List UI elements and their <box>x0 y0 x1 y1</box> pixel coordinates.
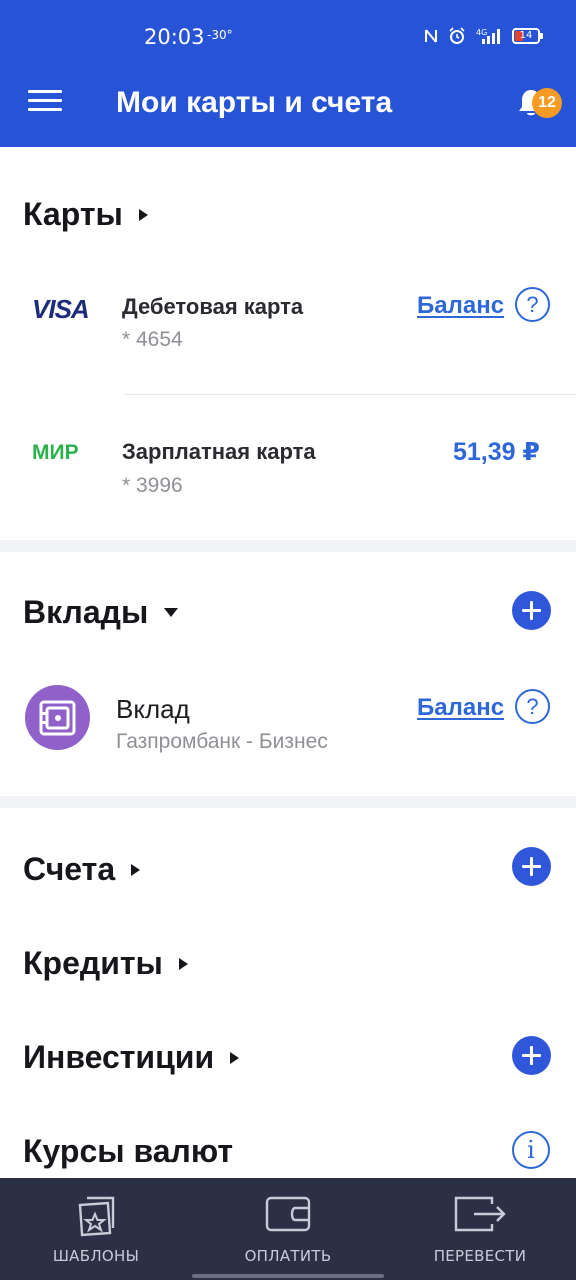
accounts-section-header[interactable]: Счета <box>23 851 141 888</box>
nav-transfer[interactable]: ПЕРЕВЕСТИ <box>384 1178 576 1280</box>
notification-badge[interactable]: 12 <box>532 88 562 118</box>
help-icon[interactable]: ? <box>515 287 550 322</box>
nav-templates[interactable]: ШАБЛОНЫ <box>0 1178 192 1280</box>
balance-link[interactable]: Баланс <box>417 292 504 320</box>
currency-rates-section-header[interactable]: Курсы валют <box>23 1133 233 1170</box>
menu-button[interactable] <box>28 90 62 116</box>
credits-section-title: Кредиты <box>23 945 163 981</box>
accounts-section-title: Счета <box>23 851 116 887</box>
deposits-section-header[interactable]: Вклады <box>23 594 179 631</box>
signal-4g-icon: 4G <box>476 28 500 44</box>
credits-section-header[interactable]: Кредиты <box>23 945 188 982</box>
section-separator <box>0 796 576 808</box>
svg-text:4G: 4G <box>476 28 487 37</box>
app-bar: 20:03 -30° 4G 14 Мои карты и счета 12 <box>0 0 576 147</box>
divider <box>124 394 576 395</box>
help-icon[interactable]: ? <box>515 689 550 724</box>
currency-rates-title: Курсы валют <box>23 1133 234 1169</box>
card-number: * 4654 <box>122 328 183 351</box>
card-balance-amount: 51,39 ₽ <box>453 438 540 466</box>
nfc-icon <box>425 29 437 43</box>
vault-icon <box>25 685 90 750</box>
add-deposit-button[interactable] <box>512 591 551 630</box>
nav-transfer-label: ПЕРЕВЕСТИ <box>433 1247 527 1265</box>
bottom-navigation: ШАБЛОНЫ ОПЛАТИТЬ ПЕРЕВЕСТИ <box>0 1178 576 1280</box>
deposit-bank: Газпромбанк - Бизнес <box>116 730 328 753</box>
wallet-icon <box>265 1196 311 1232</box>
expand-arrow-icon <box>131 863 141 876</box>
cards-section-header[interactable]: Карты <box>23 196 148 233</box>
collapse-arrow-icon <box>164 608 179 617</box>
status-time: 20:03 <box>144 25 205 49</box>
transfer-icon <box>454 1196 506 1232</box>
alarm-icon <box>449 27 465 44</box>
battery-level: 14 <box>519 30 533 41</box>
nav-templates-label: ШАБЛОНЫ <box>52 1247 140 1265</box>
expand-arrow-icon <box>178 957 188 970</box>
battery-icon: 14 <box>512 28 543 44</box>
status-temperature: -30° <box>207 28 233 42</box>
home-indicator[interactable] <box>192 1274 384 1278</box>
balance-link[interactable]: Баланс <box>417 694 504 722</box>
nav-pay[interactable]: ОПЛАТИТЬ <box>192 1178 384 1280</box>
status-icons: 4G 14 <box>424 27 543 45</box>
status-bar: 20:03 -30° 4G 14 <box>0 0 576 72</box>
card-name: Дебетовая карта <box>122 294 304 319</box>
expand-arrow-icon <box>138 208 148 221</box>
page-title: Мои карты и счета <box>116 86 393 119</box>
mir-logo-icon: МИР <box>32 441 79 464</box>
hamburger-icon <box>28 90 62 93</box>
nav-pay-label: ОПЛАТИТЬ <box>244 1247 332 1265</box>
cards-section-title: Карты <box>23 196 123 232</box>
info-icon[interactable]: i <box>512 1131 550 1169</box>
section-separator <box>0 540 576 552</box>
visa-logo-icon: VISA <box>32 294 90 324</box>
deposits-section-title: Вклады <box>23 594 149 630</box>
add-investment-button[interactable] <box>512 1036 551 1075</box>
deposit-name: Вклад <box>116 694 190 724</box>
expand-arrow-icon <box>230 1051 240 1064</box>
templates-icon <box>78 1196 115 1237</box>
card-name: Зарплатная карта <box>122 439 316 464</box>
card-number: * 3996 <box>122 474 183 497</box>
add-account-button[interactable] <box>512 847 551 886</box>
investments-section-title: Инвестиции <box>23 1039 215 1075</box>
investments-section-header[interactable]: Инвестиции <box>23 1039 240 1076</box>
